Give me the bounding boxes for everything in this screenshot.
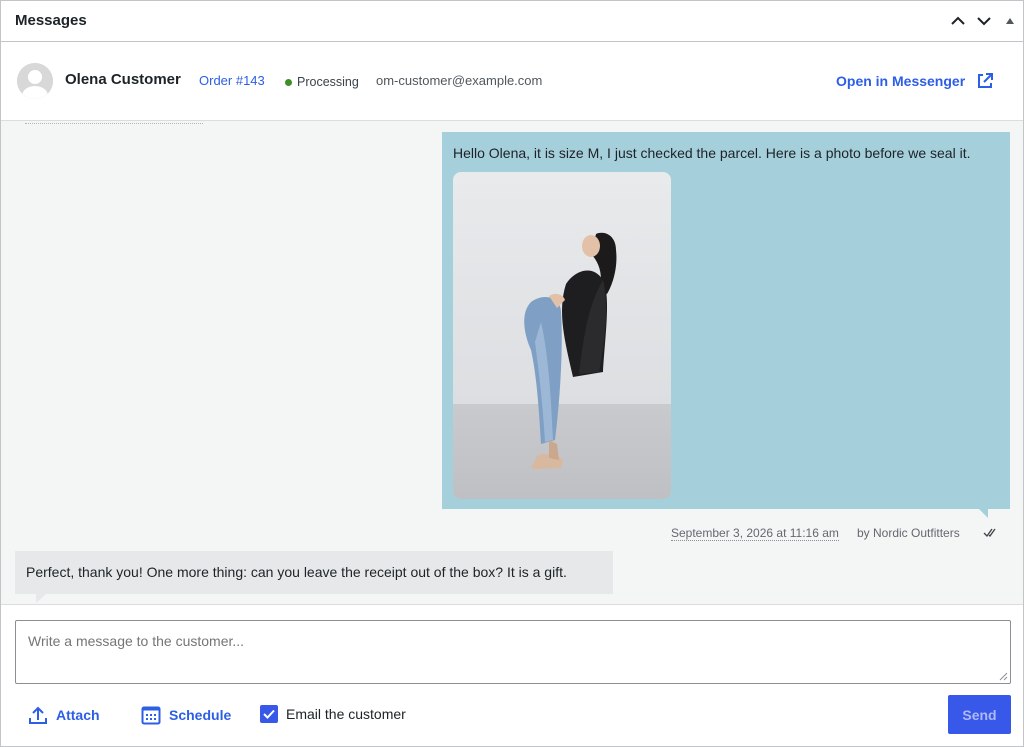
email-customer-checkbox[interactable] <box>260 705 278 723</box>
triangle-up-icon[interactable] <box>999 10 1021 32</box>
message-timestamp[interactable]: September 3, 2026 at 11:16 am <box>671 526 839 541</box>
outgoing-message: Hello Olena, it is size M, I just checke… <box>442 132 1010 509</box>
previous-message-divider <box>25 121 203 124</box>
order-status: Processing <box>297 75 359 89</box>
resize-handle-icon[interactable] <box>998 671 1008 681</box>
incoming-bubble-tail <box>36 594 46 603</box>
order-link[interactable]: Order #143 <box>199 73 265 88</box>
send-button[interactable]: Send <box>948 695 1011 734</box>
checkmark-icon <box>263 709 275 719</box>
status-dot <box>285 79 292 86</box>
customer-email: om-customer@example.com <box>376 73 543 88</box>
message-input[interactable] <box>15 620 1011 684</box>
customer-name: Olena Customer <box>65 71 181 88</box>
outgoing-bubble-tail <box>978 508 988 518</box>
schedule-label: Schedule <box>169 707 232 723</box>
message-photo[interactable] <box>453 172 671 499</box>
message-thread[interactable]: Hello Olena, it is size M, I just checke… <box>1 121 1023 605</box>
photo-woman-image <box>453 172 671 499</box>
avatar <box>17 63 53 99</box>
panel-header: Messages <box>1 1 1023 42</box>
double-check-icon <box>983 528 996 538</box>
message-text: Perfect, thank you! One more thing: can … <box>26 564 567 580</box>
calendar-icon <box>141 706 161 725</box>
message-author: by Nordic Outfitters <box>857 526 960 540</box>
messages-panel: Messages Olena Customer Order #143 Proce… <box>0 0 1024 747</box>
panel-title: Messages <box>15 12 87 29</box>
message-text: Hello Olena, it is size M, I just checke… <box>453 145 971 161</box>
upload-icon <box>29 706 47 724</box>
email-customer-toggle[interactable]: Email the customer <box>260 705 406 723</box>
incoming-message: Perfect, thank you! One more thing: can … <box>15 551 613 594</box>
email-customer-label: Email the customer <box>286 706 406 722</box>
attach-label: Attach <box>56 707 100 723</box>
external-link-icon[interactable] <box>976 72 994 90</box>
chevron-up-icon[interactable] <box>947 10 969 32</box>
chevron-down-icon[interactable] <box>973 10 995 32</box>
attach-button[interactable]: Attach <box>28 704 100 726</box>
schedule-button[interactable]: Schedule <box>141 704 231 726</box>
customer-row: Olena Customer Order #143 Processing om-… <box>1 42 1023 121</box>
avatar-person-icon <box>17 63 53 99</box>
open-in-messenger-link[interactable]: Open in Messenger <box>836 73 965 89</box>
